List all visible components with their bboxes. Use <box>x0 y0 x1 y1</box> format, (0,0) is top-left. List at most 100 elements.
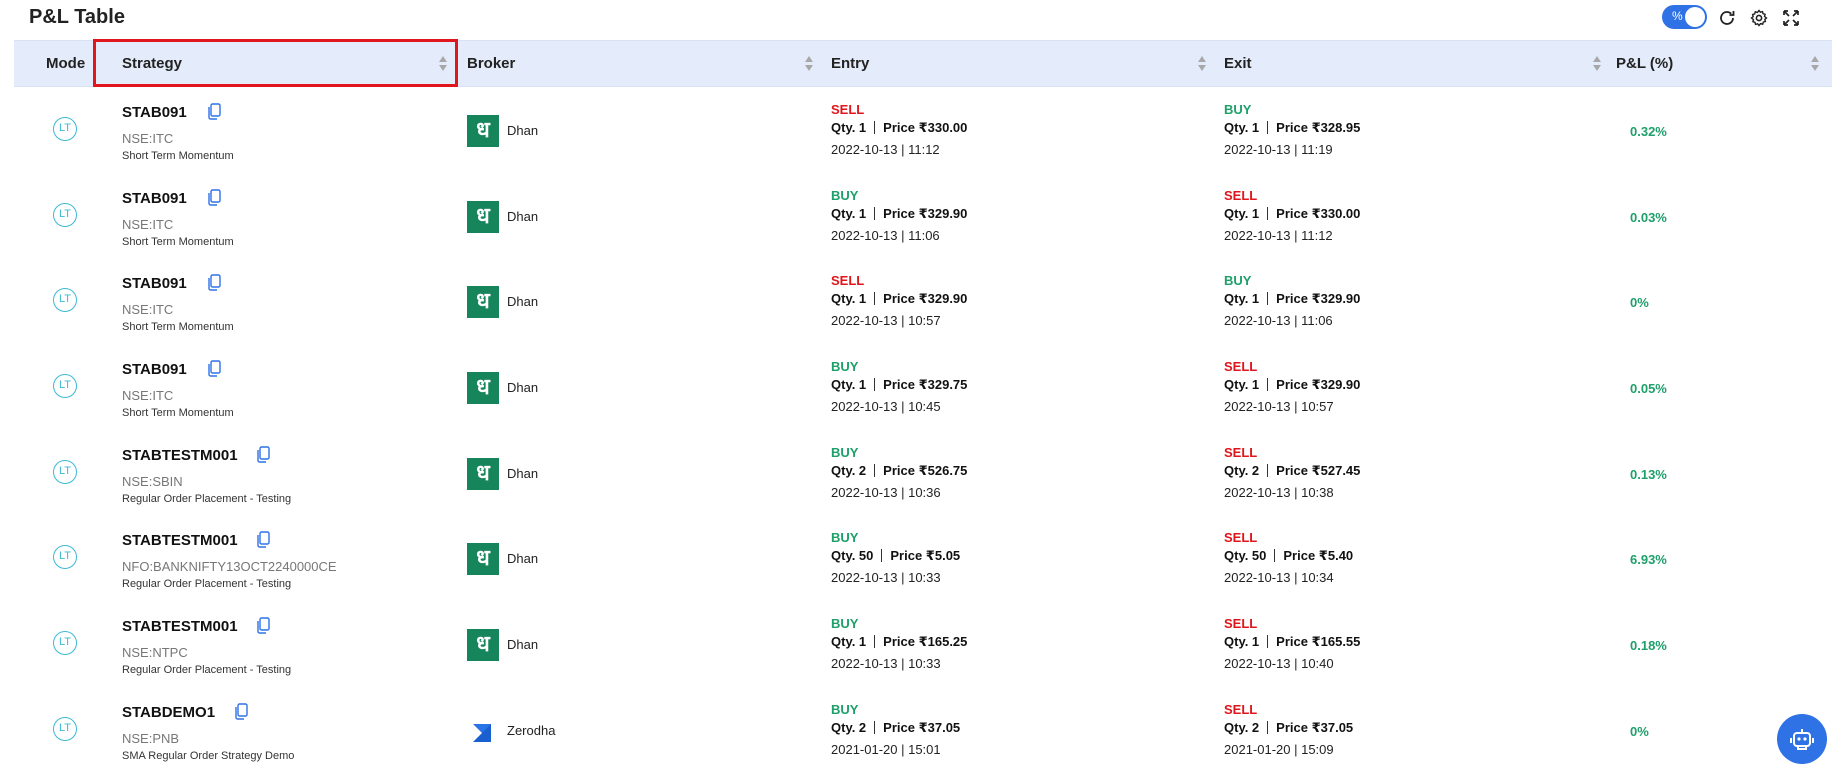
entry-time: 2022-10-13 | 10:45 <box>831 399 941 415</box>
column-label: Entry <box>831 55 870 72</box>
exit-qty-price: Qty. 1 Price ₹165.55 <box>1224 634 1360 650</box>
copy-icon[interactable] <box>207 103 221 120</box>
exit-qty-price: Qty. 50 Price ₹5.40 <box>1224 548 1353 564</box>
exit-qty-price: Qty. 1 Price ₹329.90 <box>1224 377 1360 393</box>
copy-icon[interactable] <box>207 188 221 206</box>
qty-price-separator <box>1274 549 1276 563</box>
exit-side: BUY <box>1224 102 1252 117</box>
broker-name: Dhan <box>507 637 539 653</box>
sort-icon[interactable] <box>1197 55 1207 73</box>
broker-name: Dhan <box>507 123 539 138</box>
qty-price-separator <box>874 463 876 477</box>
dhan-logo-icon: ध <box>467 629 499 662</box>
entry-qty: Qty. 2 <box>831 462 867 478</box>
entry-time: 2022-10-13 | 10:33 <box>831 656 941 672</box>
exit-qty: Qty. 2 <box>1224 719 1260 735</box>
strategy-description: Short Term Momentum <box>122 150 234 162</box>
exit-qty: Qty. 50 <box>1224 548 1267 564</box>
table-row: LT STABDEMO1 NSE:PNB SMA Regular Order Stra… <box>14 687 1832 769</box>
mode-badge: LT <box>53 202 77 227</box>
exit-qty-price: Qty. 2 Price ₹37.05 <box>1224 720 1353 736</box>
broker-name: Dhan <box>507 465 539 481</box>
qty-price-separator <box>1267 463 1269 477</box>
exit-qty: Qty. 1 <box>1224 634 1260 650</box>
sort-icon[interactable] <box>1592 55 1602 73</box>
entry-qty-price: Qty. 1 Price ₹329.90 <box>831 291 967 307</box>
column-label: P&L (%) <box>1616 55 1674 72</box>
sort-icon[interactable] <box>804 55 814 73</box>
qty-price-separator <box>1267 121 1269 134</box>
column-exit[interactable]: Exit <box>1215 41 1610 87</box>
column-mode[interactable]: Mode <box>14 41 96 87</box>
pnl-percent: 0.13% <box>1630 466 1667 482</box>
broker-name: Dhan <box>507 380 539 396</box>
entry-side: BUY <box>831 530 859 546</box>
copy-icon[interactable] <box>256 531 270 549</box>
percent-toggle-label: % <box>1672 9 1683 23</box>
entry-qty: Qty. 2 <box>831 719 867 735</box>
exit-side: SELL <box>1224 359 1258 375</box>
entry-price: Price ₹165.25 <box>883 634 968 650</box>
copy-icon[interactable] <box>256 446 270 463</box>
strategy-name: STAB091 <box>122 275 187 293</box>
exit-qty-price: Qty. 1 Price ₹329.90 <box>1224 291 1360 307</box>
refresh-icon[interactable] <box>1717 8 1737 28</box>
entry-price: Price ₹37.05 <box>883 719 961 735</box>
column-label: Strategy <box>122 55 183 72</box>
entry-qty: Qty. 1 <box>831 205 867 221</box>
pnl-percent: 0% <box>1630 295 1649 311</box>
entry-price: Price ₹330.00 <box>883 120 968 135</box>
page-title: P&L Table <box>29 6 125 28</box>
entry-time: 2022-10-13 | 11:06 <box>831 227 940 243</box>
copy-icon[interactable] <box>234 703 248 720</box>
table-row: LT STAB091 NSE:ITC Short Term Momentum ध Dhan… <box>14 258 1832 344</box>
exit-time: 2022-10-13 | 10:40 <box>1224 656 1334 672</box>
exit-qty: Qty. 1 <box>1224 291 1260 307</box>
entry-time: 2022-10-13 | 10:57 <box>831 313 941 329</box>
chatbot-button[interactable] <box>1777 714 1827 764</box>
exit-time: 2022-10-13 | 10:34 <box>1224 570 1334 586</box>
column-label: Mode <box>46 55 86 72</box>
strategy-symbol: NSE:PNB <box>122 730 180 746</box>
page-header: P&L Table % <box>0 0 1843 38</box>
exit-price: Price ₹37.05 <box>1276 719 1354 735</box>
strategy-description: Regular Order Placement - Testing <box>122 492 292 505</box>
column-strategy[interactable]: Strategy <box>96 41 458 87</box>
exit-side: SELL <box>1224 616 1258 632</box>
entry-qty-price: Qty. 1 Price ₹330.00 <box>831 120 967 136</box>
exit-qty-price: Qty. 1 Price ₹330.00 <box>1224 206 1360 222</box>
broker-name: Zerodha <box>507 722 556 738</box>
column-entry[interactable]: Entry <box>822 41 1215 87</box>
qty-price-separator <box>874 378 876 392</box>
strategy-description: Short Term Momentum <box>122 407 234 420</box>
entry-qty-price: Qty. 1 Price ₹165.25 <box>831 634 967 650</box>
toggle-knob <box>1685 7 1705 27</box>
sort-icon[interactable] <box>1810 55 1820 73</box>
copy-icon[interactable] <box>207 274 221 292</box>
expand-icon[interactable] <box>1781 8 1801 28</box>
gear-icon[interactable] <box>1749 8 1769 28</box>
exit-price: Price ₹329.90 <box>1276 377 1361 393</box>
robot-icon <box>1790 729 1814 750</box>
entry-qty-price: Qty. 1 Price ₹329.75 <box>831 377 967 393</box>
dhan-logo-icon: ध <box>467 115 499 147</box>
percent-toggle[interactable]: % <box>1662 5 1707 29</box>
entry-time: 2022-10-13 | 10:33 <box>831 570 941 586</box>
dhan-logo-icon: ध <box>467 286 499 319</box>
strategy-name: STABDEMO1 <box>122 703 216 721</box>
column-broker[interactable]: Broker <box>458 41 822 87</box>
entry-time: 2022-10-13 | 10:36 <box>831 484 941 500</box>
copy-icon[interactable] <box>207 360 221 377</box>
strategy-description: Regular Order Placement - Testing <box>122 578 292 591</box>
strategy-name: STAB091 <box>122 104 187 121</box>
mode-badge: LT <box>53 117 77 141</box>
entry-side: BUY <box>831 444 859 460</box>
sort-icon[interactable] <box>438 55 448 73</box>
column-pnl[interactable]: P&L (%) <box>1610 41 1832 87</box>
strategy-description: Short Term Momentum <box>122 235 234 248</box>
copy-icon[interactable] <box>256 617 270 634</box>
pnl-table: Mode Strategy Broker Entry Exit P&L (%) … <box>14 39 1832 769</box>
dhan-logo-icon: ध <box>467 457 499 490</box>
pnl-percent: 0% <box>1630 723 1649 739</box>
exit-qty: Qty. 1 <box>1224 377 1260 393</box>
